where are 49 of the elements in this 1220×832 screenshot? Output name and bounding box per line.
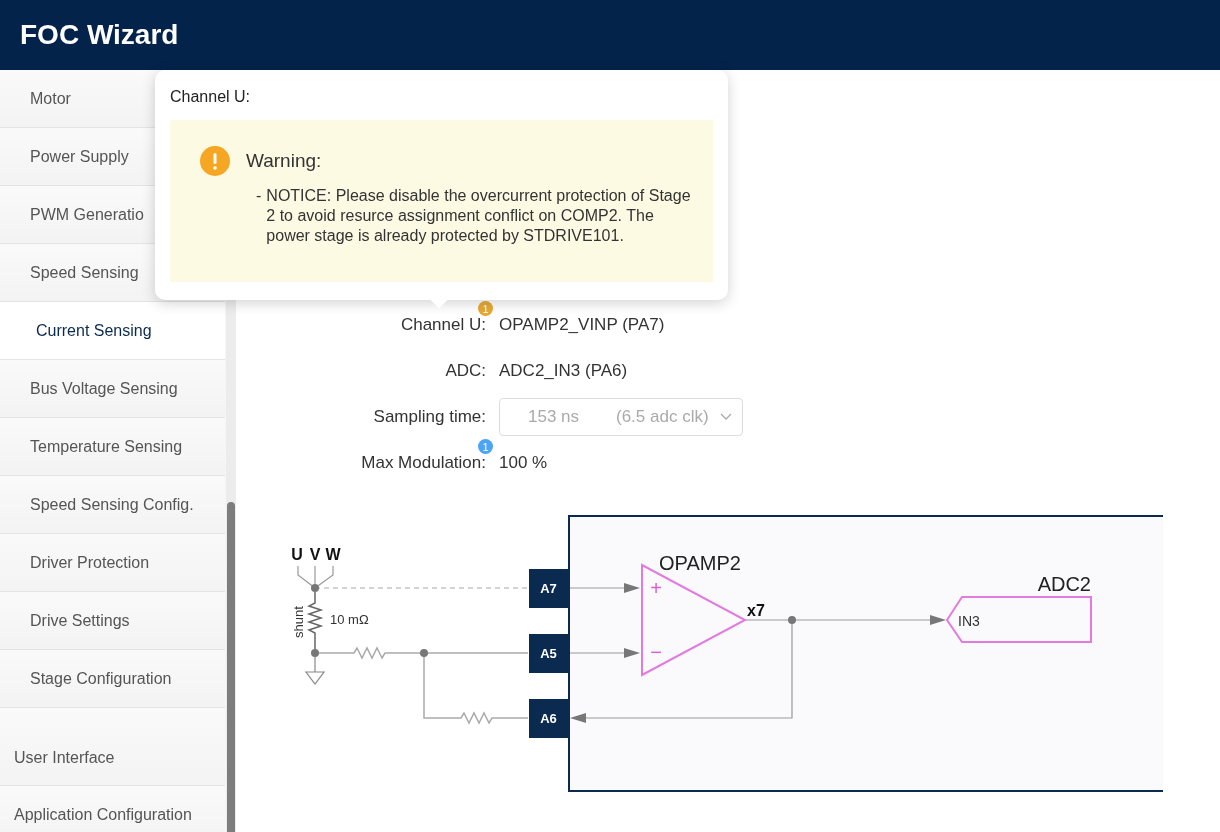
adc-label: ADC2 xyxy=(1037,573,1091,595)
pin-block xyxy=(529,569,568,608)
sidebar-item[interactable]: Stage Configuration xyxy=(0,650,225,708)
pin-label: A6 xyxy=(540,711,557,726)
sidebar-item[interactable]: User Interface xyxy=(0,708,225,786)
minus-sign: − xyxy=(650,641,662,663)
sidebar-item[interactable]: Current Sensing xyxy=(0,302,225,360)
field-value: ADC2_IN3 (PA6) xyxy=(499,361,628,380)
junction-dot xyxy=(311,649,319,657)
pin-block xyxy=(529,634,568,673)
warning-message: NOTICE: Please disable the overcurrent protection of Stage 2 to avoid resurce assignment conflict on COMP2. The power stage is already protected by STDRIVE101. xyxy=(266,186,692,246)
warning-title: Warning: xyxy=(246,150,322,172)
sidebar-item[interactable]: Temperature Sensing xyxy=(0,418,225,476)
adc-input-label: IN3 xyxy=(958,613,980,629)
scrollbar-thumb[interactable] xyxy=(227,502,235,832)
phase-label: V xyxy=(309,546,321,563)
warning-icon xyxy=(200,146,230,176)
pin-label: A5 xyxy=(540,646,557,661)
field-label: Sampling time: xyxy=(373,407,486,426)
signal-arrow xyxy=(569,648,640,658)
signal-arrow xyxy=(569,583,640,593)
pin-label: A7 xyxy=(540,581,557,596)
gain-label: x7 xyxy=(747,602,765,619)
list-dash: - xyxy=(256,186,262,206)
phase-wires xyxy=(297,565,334,589)
count-badge: 1 xyxy=(478,301,493,316)
plus-sign: + xyxy=(650,577,662,599)
count-badge: 1 xyxy=(478,439,493,454)
sidebar-item[interactable]: Driver Protection xyxy=(0,534,225,592)
field-value: OPAMP2_VINP (PA7) xyxy=(499,315,665,334)
junction-dot xyxy=(311,584,319,592)
chevron-down-icon xyxy=(720,413,732,421)
pin-block xyxy=(529,699,568,738)
ground-symbol xyxy=(305,656,326,685)
phase-label: U xyxy=(291,546,303,563)
junction-dot xyxy=(788,616,796,624)
resistance-value: 10 mΩ xyxy=(330,612,369,627)
opamp-label: OPAMP2 xyxy=(659,552,741,574)
field-value: 100 % xyxy=(499,453,548,472)
phase-label: W xyxy=(325,546,341,563)
junction-dot xyxy=(420,649,428,657)
sidebar-item[interactable]: Drive Settings xyxy=(0,592,225,650)
sidebar-item[interactable]: Speed Sensing Config. xyxy=(0,476,225,534)
sidebar-item[interactable]: Bus Voltage Sensing xyxy=(0,360,225,418)
shunt-label: shunt xyxy=(291,606,306,638)
field-label: ADC: xyxy=(445,361,486,380)
app-title: FOC Wizard xyxy=(20,19,179,51)
field-label: Channel U: xyxy=(400,315,486,334)
field-label: Max Modulation: xyxy=(361,453,486,472)
